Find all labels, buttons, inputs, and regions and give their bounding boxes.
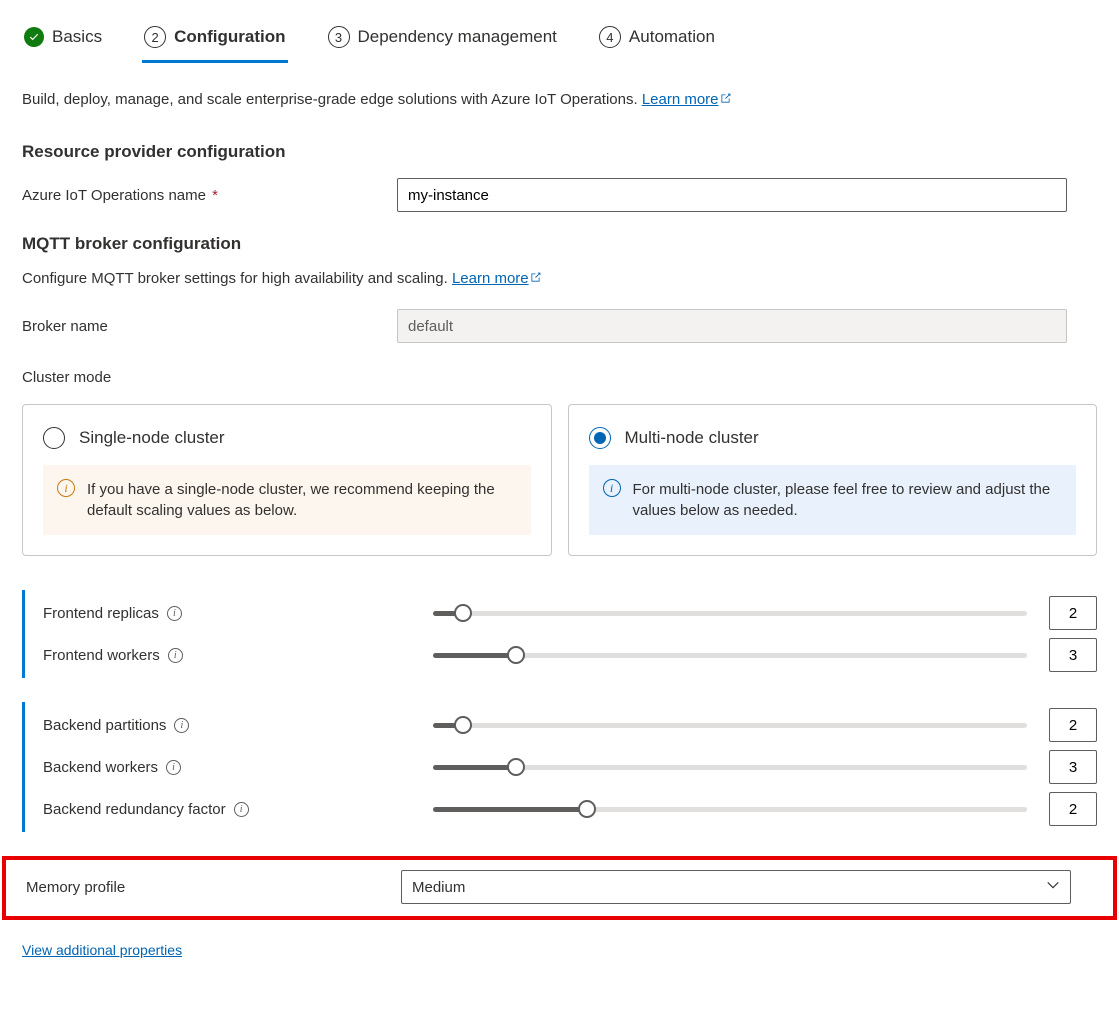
tab-label: Basics	[52, 27, 102, 47]
info-icon: i	[603, 479, 621, 497]
tab-label: Automation	[629, 27, 715, 47]
broker-name-label: Broker name	[22, 318, 397, 335]
backend-redundancy-input[interactable]	[1049, 792, 1097, 826]
multi-node-card[interactable]: Multi-node cluster i For multi-node clus…	[568, 404, 1098, 556]
single-node-card[interactable]: Single-node cluster i If you have a sing…	[22, 404, 552, 556]
chevron-down-icon	[1046, 878, 1060, 896]
cluster-mode-cards: Single-node cluster i If you have a sing…	[22, 404, 1097, 556]
resource-provider-heading: Resource provider configuration	[22, 142, 1097, 162]
info-icon[interactable]: i	[234, 802, 249, 817]
broker-name-row: Broker name	[22, 309, 1097, 343]
slider-label: Backend partitions	[43, 717, 166, 734]
backend-workers-slider[interactable]	[433, 758, 1027, 776]
aio-name-input[interactable]	[397, 178, 1067, 212]
cluster-mode-label: Cluster mode	[22, 369, 1097, 386]
memory-profile-label: Memory profile	[26, 879, 401, 896]
intro-text: Build, deploy, manage, and scale enterpr…	[22, 91, 1097, 108]
frontend-workers-slider[interactable]	[433, 646, 1027, 664]
required-asterisk: *	[212, 187, 218, 204]
slider-label: Frontend workers	[43, 647, 160, 664]
radio-unselected-icon[interactable]	[43, 427, 65, 449]
frontend-replicas-row: Frontend replicas i	[43, 592, 1097, 634]
info-icon: i	[57, 479, 75, 497]
tab-automation[interactable]: 4 Automation	[597, 22, 717, 63]
backend-workers-input[interactable]	[1049, 750, 1097, 784]
info-icon[interactable]: i	[166, 760, 181, 775]
backend-redundancy-row: Backend redundancy factor i	[43, 788, 1097, 830]
slider-label: Frontend replicas	[43, 605, 159, 622]
select-value: Medium	[412, 879, 465, 896]
frontend-replicas-input[interactable]	[1049, 596, 1097, 630]
memory-profile-highlight: Memory profile Medium	[2, 856, 1117, 920]
frontend-workers-input[interactable]	[1049, 638, 1097, 672]
tab-label: Configuration	[174, 27, 285, 47]
step-number-icon: 4	[599, 26, 621, 48]
info-icon[interactable]: i	[168, 648, 183, 663]
backend-partitions-slider[interactable]	[433, 716, 1027, 734]
single-node-title: Single-node cluster	[79, 428, 225, 448]
label-text: Azure IoT Operations name	[22, 187, 206, 204]
step-number-icon: 2	[144, 26, 166, 48]
tab-configuration[interactable]: 2 Configuration	[142, 22, 287, 63]
intro-learn-more-link[interactable]: Learn more	[642, 91, 732, 108]
single-node-note: i If you have a single-node cluster, we …	[43, 465, 531, 535]
backend-redundancy-slider[interactable]	[433, 800, 1027, 818]
single-node-note-text: If you have a single-node cluster, we re…	[87, 479, 517, 521]
slider-label: Backend redundancy factor	[43, 801, 226, 818]
info-icon[interactable]: i	[174, 718, 189, 733]
multi-node-title: Multi-node cluster	[625, 428, 759, 448]
step-number-icon: 3	[328, 26, 350, 48]
radio-selected-icon[interactable]	[589, 427, 611, 449]
frontend-replicas-slider[interactable]	[433, 604, 1027, 622]
aio-name-row: Azure IoT Operations name *	[22, 178, 1097, 212]
link-text: View additional properties	[22, 942, 182, 958]
external-link-icon	[529, 271, 542, 284]
intro-body: Build, deploy, manage, and scale enterpr…	[22, 91, 642, 108]
broker-name-input	[397, 309, 1067, 343]
mqtt-learn-more-link[interactable]: Learn more	[452, 270, 542, 287]
aio-name-label: Azure IoT Operations name *	[22, 187, 397, 204]
external-link-icon	[719, 92, 732, 105]
view-additional-properties-link[interactable]: View additional properties	[22, 942, 182, 958]
link-text: Learn more	[642, 91, 719, 108]
info-icon[interactable]: i	[167, 606, 182, 621]
tab-basics[interactable]: Basics	[22, 22, 104, 63]
tab-bar: Basics 2 Configuration 3 Dependency mana…	[22, 22, 1097, 63]
frontend-workers-row: Frontend workers i	[43, 634, 1097, 676]
backend-scaling-group: Backend partitions i Backend workers i B…	[22, 702, 1097, 832]
link-text: Learn more	[452, 270, 529, 287]
backend-workers-row: Backend workers i	[43, 746, 1097, 788]
multi-node-note: i For multi-node cluster, please feel fr…	[589, 465, 1077, 535]
slider-label: Backend workers	[43, 759, 158, 776]
frontend-scaling-group: Frontend replicas i Frontend workers i	[22, 590, 1097, 678]
mqtt-desc: Configure MQTT broker settings for high …	[22, 270, 1097, 287]
check-icon	[24, 27, 44, 47]
tab-dependency-management[interactable]: 3 Dependency management	[326, 22, 559, 63]
mqtt-desc-text: Configure MQTT broker settings for high …	[22, 270, 452, 287]
mqtt-heading: MQTT broker configuration	[22, 234, 1097, 254]
multi-node-note-text: For multi-node cluster, please feel free…	[633, 479, 1063, 521]
memory-profile-select[interactable]: Medium	[401, 870, 1071, 904]
tab-label: Dependency management	[358, 27, 557, 47]
backend-partitions-input[interactable]	[1049, 708, 1097, 742]
backend-partitions-row: Backend partitions i	[43, 704, 1097, 746]
